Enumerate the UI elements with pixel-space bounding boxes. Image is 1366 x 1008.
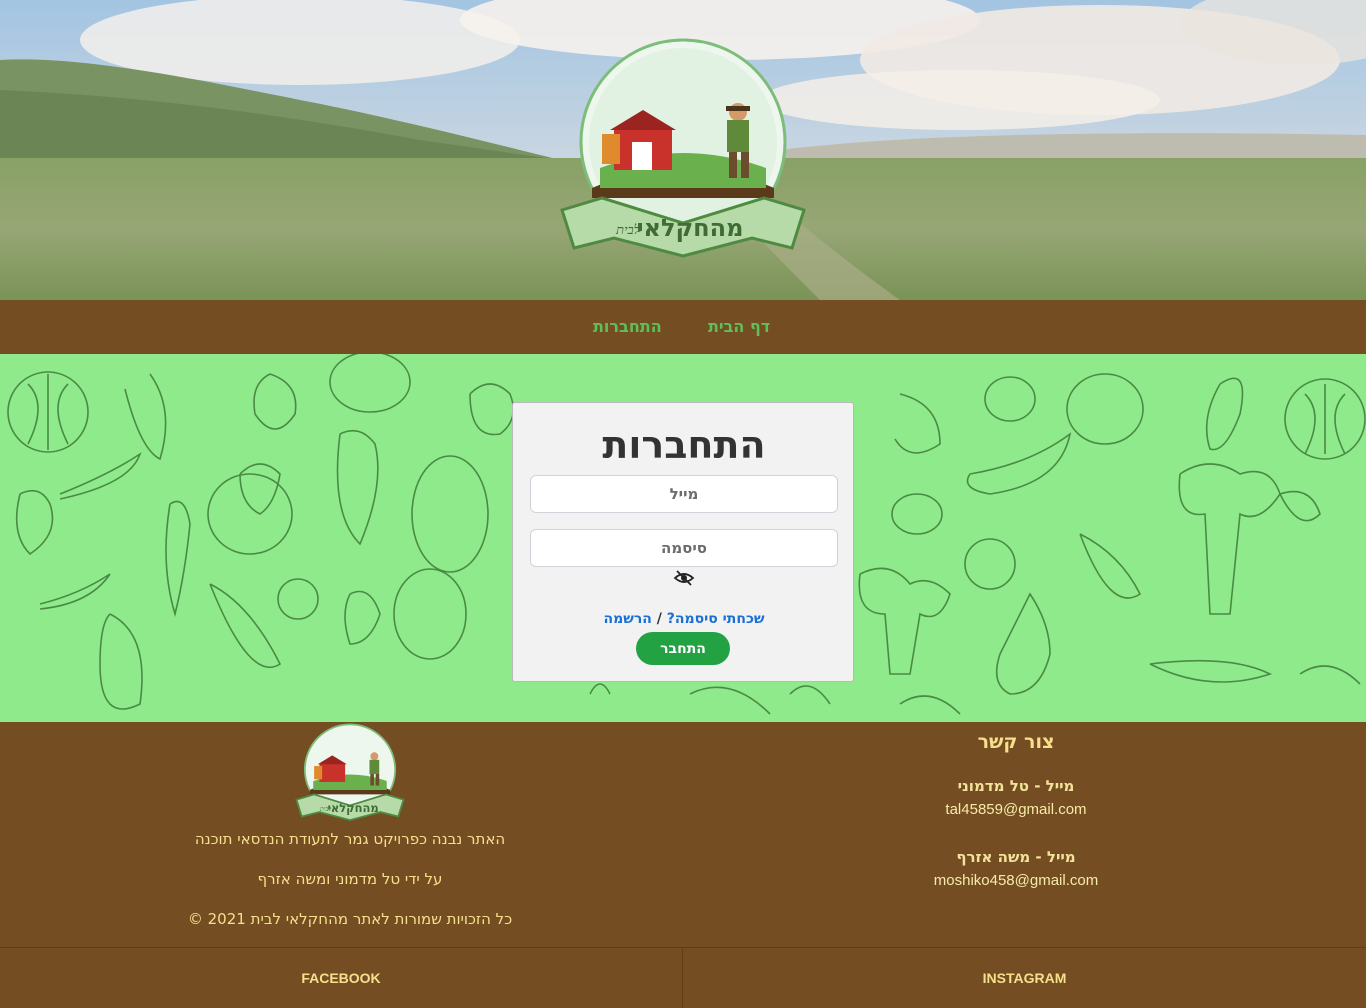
login-submit-button[interactable]: התחבר [636, 632, 730, 665]
login-title: התחברות [602, 423, 766, 467]
social-bar: FACEBOOK INSTAGRAM [0, 947, 1366, 1008]
eye-slash-icon[interactable] [673, 570, 695, 586]
brand-logo[interactable]: מהחקלאי לבית [552, 38, 814, 266]
about-section: מהחקלאי לבית האתר נבנה כפרויקט גמר לתעוד… [150, 722, 550, 942]
contact-label-tal: מייל - טל מדמוני [957, 777, 1075, 795]
footer: צור קשר מייל - טל מדמוני tal45859@gmail.… [0, 722, 1366, 947]
contact-section: צור קשר מייל - טל מדמוני tal45859@gmail.… [866, 731, 1166, 889]
logo-text: מהחקלאי [636, 214, 743, 242]
about-line-copyright: כל הזכויות שמורות לאתר מהחקלאי לבית 2021… [187, 910, 513, 928]
email-input[interactable] [530, 475, 838, 513]
facebook-link[interactable]: FACEBOOK [0, 948, 683, 1008]
about-line-authors: על ידי טל מדמוני ומשה אזרף [257, 870, 443, 888]
login-section: התחברות שכחתי סיסמה? / הרשמה התחבר [0, 354, 1366, 722]
forgot-password-link[interactable]: שכחתי סיסמה? [667, 611, 765, 627]
instagram-link[interactable]: INSTAGRAM [683, 948, 1366, 1008]
contact-email-moshe[interactable]: moshiko458@gmail.com [866, 872, 1166, 889]
links-separator: / [651, 611, 667, 627]
about-line-project: האתר נבנה כפרויקט גמר לתעודת הנדסאי תוכנ… [194, 830, 506, 848]
password-input[interactable] [530, 529, 838, 567]
footer-brand-logo: מהחקלאי לבית [295, 723, 405, 821]
main-nav: דף הבית התחברות [0, 300, 1366, 354]
login-card: התחברות שכחתי סיסמה? / הרשמה התחבר [512, 402, 854, 682]
footer-logo-subtext: לבית [319, 806, 331, 813]
contact-email-tal[interactable]: tal45859@gmail.com [866, 801, 1166, 818]
contact-label-moshe: מייל - משה אזרף [956, 848, 1076, 866]
hero-banner: מהחקלאי לבית [0, 0, 1366, 300]
logo-subtext: לבית [615, 223, 640, 238]
contact-title: צור קשר [977, 731, 1055, 753]
footer-logo-text: מהחקלאי [327, 801, 378, 815]
nav-login-link[interactable]: התחברות [593, 317, 662, 336]
nav-home-link[interactable]: דף הבית [708, 317, 770, 336]
register-link[interactable]: הרשמה [603, 611, 651, 627]
auth-links: שכחתי סיסמה? / הרשמה [513, 611, 855, 627]
